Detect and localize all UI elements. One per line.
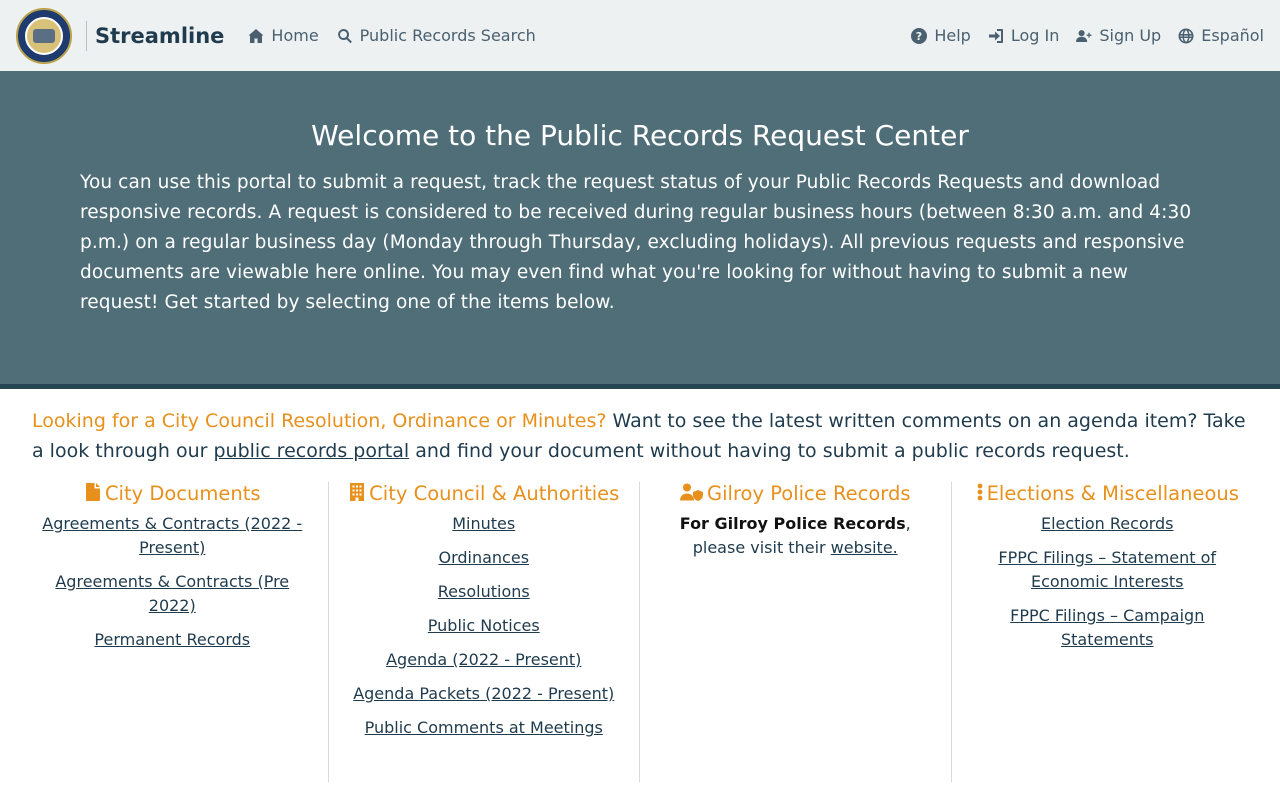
column-city-documents: City Documents Agreements & Contracts (2… xyxy=(17,482,329,782)
elections-links: Election Records FPPC Filings – Statemen… xyxy=(966,512,1250,652)
link-agenda-packets-2022-present[interactable]: Agenda Packets (2022 - Present) xyxy=(343,682,626,706)
police-website-link[interactable]: website. xyxy=(831,538,898,557)
elections-title: Elections & Miscellaneous xyxy=(986,482,1239,505)
link-fppc-statement-economic-interests[interactable]: FPPC Filings – Statement of Economic Int… xyxy=(966,546,1250,594)
search-icon xyxy=(337,28,352,43)
nav-help-label: Help xyxy=(934,26,971,45)
user-plus-icon xyxy=(1076,29,1092,42)
city-council-title: City Council & Authorities xyxy=(369,482,620,505)
police-records-heading: Gilroy Police Records xyxy=(654,482,937,506)
column-police-records: Gilroy Police Records For Gilroy Police … xyxy=(640,482,952,782)
link-election-records[interactable]: Election Records xyxy=(966,512,1250,536)
nav-language-label: Español xyxy=(1201,26,1264,45)
logo-seal-building xyxy=(33,28,55,43)
link-public-notices[interactable]: Public Notices xyxy=(343,614,626,638)
city-documents-heading: City Documents xyxy=(31,482,314,506)
police-records-bold: For Gilroy Police Records xyxy=(679,514,906,533)
help-icon: ? xyxy=(911,27,928,44)
nav-login[interactable]: Log In xyxy=(988,26,1060,45)
link-agenda-2022-present[interactable]: Agenda (2022 - Present) xyxy=(343,648,626,672)
link-permanent-records[interactable]: Permanent Records xyxy=(31,628,314,652)
notice-accent-text: Looking for a City Council Resolution, O… xyxy=(32,410,607,432)
city-documents-title: City Documents xyxy=(104,482,261,505)
hero-body: You can use this portal to submit a requ… xyxy=(80,172,1192,313)
nav-home-label: Home xyxy=(271,26,319,45)
link-fppc-campaign-statements[interactable]: FPPC Filings – Campaign Statements xyxy=(966,604,1250,652)
logo-seal-inner xyxy=(25,16,63,55)
building-icon xyxy=(350,483,365,501)
user-shield-icon xyxy=(680,483,703,501)
records-portal-notice: Looking for a City Council Resolution, O… xyxy=(0,389,1280,466)
column-city-council: City Council & Authorities Minutes Ordin… xyxy=(329,482,640,782)
home-icon xyxy=(248,28,264,43)
police-records-title: Gilroy Police Records xyxy=(707,482,911,505)
city-council-links: Minutes Ordinances Resolutions Public No… xyxy=(343,512,626,740)
police-records-text: For Gilroy Police Records, please visit … xyxy=(654,512,937,560)
hero-title: Welcome to the Public Records Request Ce… xyxy=(311,119,969,152)
nav-home[interactable]: Home xyxy=(248,26,319,45)
notice-text-after: and find your document without having to… xyxy=(409,440,1130,462)
link-agreements-2022-present[interactable]: Agreements & Contracts (2022 - Present) xyxy=(31,512,314,560)
top-navbar: Streamline Home Public Records Search ? … xyxy=(0,0,1280,71)
nav-public-records-search[interactable]: Public Records Search xyxy=(337,26,536,45)
file-icon xyxy=(85,483,100,501)
svg-text:?: ? xyxy=(916,30,922,43)
ellipsis-vertical-icon xyxy=(977,483,983,501)
nav-signup[interactable]: Sign Up xyxy=(1076,26,1161,45)
link-minutes[interactable]: Minutes xyxy=(343,512,626,536)
nav-help[interactable]: ? Help xyxy=(911,26,971,45)
column-elections: Elections & Miscellaneous Election Recor… xyxy=(952,482,1264,782)
brand-divider xyxy=(86,20,87,51)
city-of-gilroy-logo[interactable] xyxy=(16,7,72,64)
nav-signup-label: Sign Up xyxy=(1099,26,1162,45)
link-agreements-pre-2022[interactable]: Agreements & Contracts (Pre 2022) xyxy=(31,570,314,618)
login-icon xyxy=(988,28,1003,43)
public-records-portal-link[interactable]: public records portal xyxy=(213,440,409,462)
city-council-heading: City Council & Authorities xyxy=(343,482,626,506)
city-documents-links: Agreements & Contracts (2022 - Present) … xyxy=(31,512,314,652)
link-public-comments-at-meetings[interactable]: Public Comments at Meetings xyxy=(343,716,626,740)
globe-icon xyxy=(1178,28,1194,43)
link-ordinances[interactable]: Ordinances xyxy=(343,546,626,570)
welcome-hero: Welcome to the Public Records Request Ce… xyxy=(0,71,1280,389)
nav-language[interactable]: Español xyxy=(1178,26,1264,45)
nav-search-label: Public Records Search xyxy=(359,26,536,45)
brand-name[interactable]: Streamline xyxy=(95,24,224,48)
nav-right-group: ? Help Log In Sign Up Español xyxy=(894,26,1264,45)
record-categories: City Documents Agreements & Contracts (2… xyxy=(17,482,1263,782)
link-resolutions[interactable]: Resolutions xyxy=(343,580,626,604)
nav-login-label: Log In xyxy=(1010,26,1060,45)
elections-heading: Elections & Miscellaneous xyxy=(966,482,1250,506)
